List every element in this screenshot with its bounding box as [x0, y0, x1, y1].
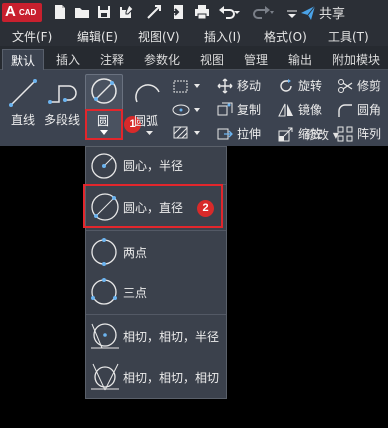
array-label: 阵列	[357, 127, 382, 141]
mirror-label: 镜像	[298, 103, 323, 117]
redo-icon[interactable]	[252, 4, 274, 20]
fillet-icon	[338, 103, 352, 117]
modify-panel-title[interactable]: 修改 ▾	[305, 126, 339, 143]
scale-icon	[278, 127, 293, 141]
circle-ttr-icon	[91, 323, 119, 349]
undo-icon[interactable]	[218, 4, 240, 20]
step-badge-2: 2	[197, 200, 214, 217]
menu-divider	[86, 230, 226, 231]
mirror-button[interactable]: 镜像	[278, 101, 322, 118]
trim-icon	[338, 78, 353, 93]
trim-label: 修剪	[357, 79, 382, 93]
rotate-label: 旋转	[298, 79, 323, 93]
array-button[interactable]: 阵列	[337, 125, 381, 142]
menu-item-tan-tan-radius[interactable]: 相切，相切，半径	[86, 317, 226, 355]
circle-diameter-icon	[91, 78, 117, 104]
share-button[interactable]: 共享	[300, 4, 346, 22]
fillet-button[interactable]: 圆角	[337, 101, 381, 118]
new-file-icon[interactable]	[52, 4, 68, 20]
tab-default[interactable]: 默认	[2, 49, 45, 70]
menu-tools[interactable]: 工具(T)	[328, 28, 369, 45]
dropdown-caret-icon[interactable]	[284, 4, 300, 20]
logo-text: CAD	[19, 8, 37, 17]
menu-item-label: 相切，相切，半径	[123, 329, 220, 344]
menu-item-label: 相切，相切，相切	[123, 370, 220, 385]
menu-item-center-radius[interactable]: 圆心，半径	[86, 149, 226, 182]
mirror-icon	[278, 103, 293, 116]
circle-label: 圆	[97, 114, 110, 128]
polyline-button[interactable]: 多段线	[44, 78, 80, 128]
circle-3p-icon	[91, 278, 117, 305]
menu-view[interactable]: 视图(V)	[138, 28, 180, 45]
rectangle-icon[interactable]	[173, 80, 189, 94]
chevron-down-icon	[100, 130, 108, 135]
share-label: 共享	[319, 7, 346, 22]
polyline-label: 多段线	[44, 113, 81, 127]
tab-view[interactable]: 视图	[192, 49, 232, 70]
ribbon-tabs: 默认 插入 注释 参数化 视图 管理 输出 附加模块	[0, 46, 388, 70]
rotate-button[interactable]: 旋转	[278, 77, 322, 94]
line-icon	[9, 79, 37, 107]
menu-item-tan-tan-tan[interactable]: 相切，相切，相切	[86, 357, 226, 397]
ellipse-icon[interactable]	[172, 103, 190, 117]
ellipse-chevron-icon[interactable]	[194, 108, 200, 112]
tab-manage[interactable]: 管理	[236, 49, 276, 70]
tab-annotate[interactable]: 注释	[92, 49, 132, 70]
hatch-icon[interactable]	[173, 126, 189, 140]
logo-letter: A	[5, 3, 16, 20]
menu-item-label: 三点	[123, 285, 148, 300]
fillet-label: 圆角	[357, 103, 382, 117]
menu-divider	[86, 314, 226, 315]
tab-insert[interactable]: 插入	[48, 49, 88, 70]
menu-file[interactable]: 文件(F)	[12, 28, 52, 45]
move-icon	[217, 78, 233, 93]
menu-insert[interactable]: 插入(I)	[204, 28, 241, 45]
circle-ttt-icon	[91, 363, 119, 391]
stretch-icon	[217, 128, 233, 139]
stretch-button[interactable]: 拉伸	[217, 125, 261, 142]
line-button[interactable]: 直线	[8, 78, 38, 128]
arc-icon	[135, 84, 160, 103]
arc-chevron-icon[interactable]	[146, 131, 153, 135]
print-icon[interactable]	[194, 4, 210, 20]
arc-button[interactable]	[133, 78, 163, 111]
share-icon	[301, 5, 316, 20]
menu-bar: 文件(F) 编辑(E) 视图(V) 插入(I) 格式(O) 工具(T)	[0, 25, 388, 46]
menu-edit[interactable]: 编辑(E)	[77, 28, 118, 45]
app-logo[interactable]: A CAD	[2, 3, 42, 22]
export-icon[interactable]	[170, 4, 186, 20]
line-label: 直线	[10, 113, 35, 127]
menu-format[interactable]: 格式(O)	[264, 28, 307, 45]
rectangle-chevron-icon[interactable]	[194, 84, 200, 88]
trim-button[interactable]: 修剪	[337, 77, 381, 94]
rotate-icon	[280, 78, 292, 92]
move-button[interactable]: 移动	[217, 77, 261, 94]
move-label: 移动	[237, 79, 262, 93]
menu-item-three-points[interactable]: 三点	[86, 273, 226, 311]
save-as-icon[interactable]	[118, 4, 134, 20]
copy-icon	[217, 102, 233, 115]
array-icon	[337, 126, 353, 141]
circle-2p-icon	[91, 238, 117, 266]
hatch-chevron-icon[interactable]	[194, 131, 200, 135]
open-folder-icon[interactable]	[74, 4, 90, 20]
copy-label: 复制	[237, 103, 262, 117]
menu-item-label: 两点	[123, 245, 148, 260]
circle-radius-icon	[91, 152, 117, 179]
title-bar: A CAD 共享	[0, 0, 388, 25]
save-icon[interactable]	[96, 4, 112, 20]
menu-item-label: 圆心，半径	[123, 159, 184, 173]
polyline-icon	[48, 85, 77, 104]
tab-output[interactable]: 输出	[280, 49, 320, 70]
arc-label: 圆弧	[134, 114, 159, 128]
publish-icon[interactable]	[146, 4, 162, 20]
tab-parametric[interactable]: 参数化	[136, 49, 188, 70]
tab-addons[interactable]: 附加模块	[324, 49, 388, 70]
stretch-label: 拉伸	[237, 127, 262, 141]
menu-item-two-points[interactable]: 两点	[86, 233, 226, 271]
copy-button[interactable]: 复制	[217, 101, 261, 118]
